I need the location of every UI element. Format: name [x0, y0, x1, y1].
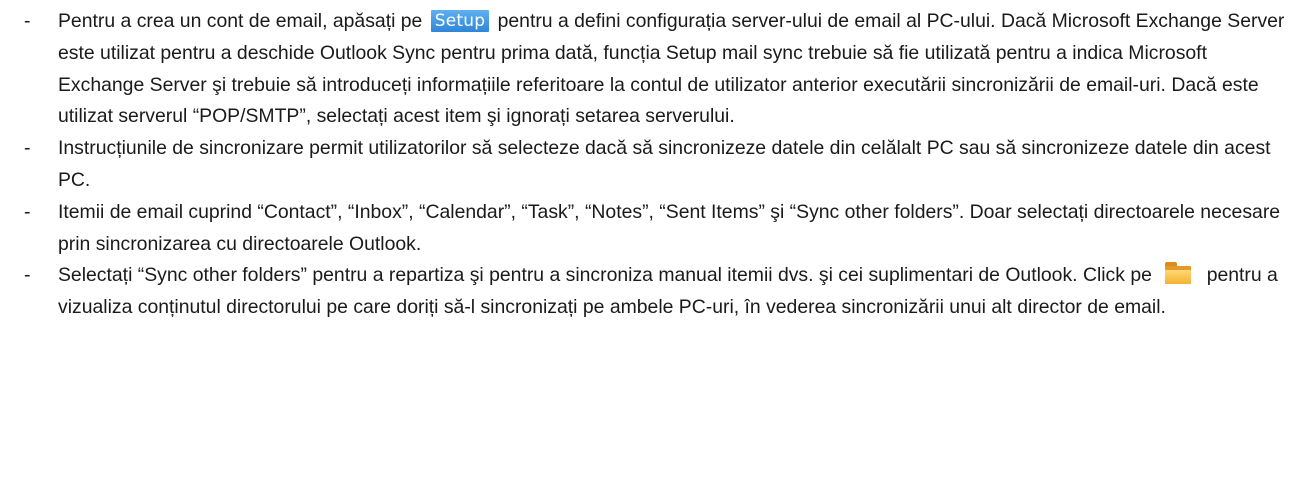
item-text: Instrucțiunile de sincronizare permit ut…	[58, 137, 1271, 191]
item-text: Itemii de email cuprind “Contact”, “Inbo…	[58, 200, 1281, 255]
list-item-email-items: - Itemii de email cuprind “Contact”, “In…	[24, 197, 1288, 261]
list-item-sync-instructions: - Instrucțiunile de sincronizare permit …	[24, 133, 1288, 197]
item-text-before-icon: Selectați “Sync other folders” pentru a …	[58, 264, 1152, 287]
item-text-before-button: Pentru a crea un cont de email, apăsați …	[58, 10, 423, 32]
document-body: - Pentru a crea un cont de email, apăsaț…	[0, 0, 1298, 490]
setup-button[interactable]: Setup	[430, 10, 490, 32]
bullet-dash: -	[24, 264, 31, 287]
folder-icon[interactable]	[1163, 260, 1193, 286]
bullet-dash: -	[24, 200, 31, 223]
bullet-dash: -	[24, 137, 31, 160]
list-item-setup: - Pentru a crea un cont de email, apăsaț…	[24, 6, 1288, 133]
instruction-list: - Pentru a crea un cont de email, apăsaț…	[24, 6, 1288, 324]
bullet-dash: -	[24, 10, 31, 32]
list-item-other-folders: - Selectați “Sync other folders” pentru …	[24, 260, 1288, 324]
